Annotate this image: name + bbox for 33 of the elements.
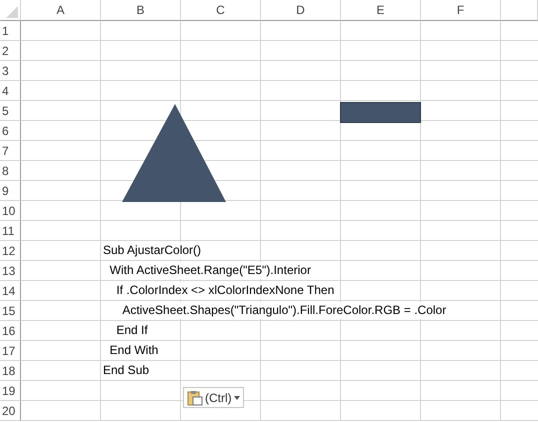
- triangle-shape[interactable]: [122, 104, 226, 202]
- select-all-icon[interactable]: [6, 6, 18, 18]
- clipboard-icon: [187, 390, 203, 406]
- row-header[interactable]: 14: [0, 281, 21, 301]
- caret-icon: [234, 396, 240, 400]
- column-header[interactable]: E: [341, 0, 421, 21]
- column-header[interactable]: B: [101, 0, 181, 21]
- row-header[interactable]: 8: [0, 161, 21, 181]
- row-header[interactable]: 10: [0, 201, 21, 221]
- row-header[interactable]: 20: [0, 401, 21, 421]
- row-header[interactable]: 5: [0, 101, 21, 121]
- column-header[interactable]: [501, 0, 538, 21]
- column-header[interactable]: A: [21, 0, 101, 21]
- row-header[interactable]: 11: [0, 221, 21, 241]
- row-header[interactable]: 19: [0, 381, 21, 401]
- row-header[interactable]: 13: [0, 261, 21, 281]
- row-header[interactable]: 15: [0, 301, 21, 321]
- row-header[interactable]: 1: [0, 21, 21, 41]
- row-header[interactable]: 17: [0, 341, 21, 361]
- cell-text: Sub AjustarColor(): [103, 242, 202, 259]
- paste-options-button[interactable]: (Ctrl): [183, 387, 244, 408]
- column-header[interactable]: F: [421, 0, 501, 21]
- column-header[interactable]: D: [261, 0, 341, 21]
- row-header[interactable]: 2: [0, 41, 21, 61]
- row-header[interactable]: 12: [0, 241, 21, 261]
- row-header[interactable]: 4: [0, 81, 21, 101]
- row-header[interactable]: 6: [0, 121, 21, 141]
- row-header[interactable]: 18: [0, 361, 21, 381]
- column-header[interactable]: C: [181, 0, 261, 21]
- row-header[interactable]: 3: [0, 61, 21, 81]
- row-header[interactable]: 9: [0, 181, 21, 201]
- row-header[interactable]: 16: [0, 321, 21, 341]
- row-header[interactable]: 7: [0, 141, 21, 161]
